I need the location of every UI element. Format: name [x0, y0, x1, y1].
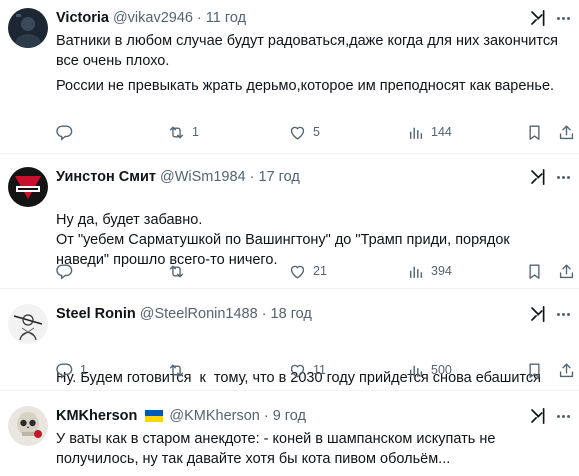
bookmark-button[interactable]: [525, 122, 544, 142]
bookmark-icon: [525, 123, 544, 142]
bookmark-icon: [525, 361, 544, 380]
timestamp[interactable]: 17 год: [258, 169, 299, 185]
action-bar: 21 394: [50, 261, 579, 281]
bookmark-icon: [525, 262, 544, 281]
views-icon: [406, 361, 425, 380]
tweet-paragraph: У ваты как в старом анекдоте: - коней в …: [56, 431, 496, 467]
tweet-2[interactable]: Уинстон Смит @WiSm1984 · 17 год Ну да, б…: [0, 159, 579, 289]
tweet-1[interactable]: Victoria @vikav2946 · 11 год Ватники в л…: [0, 0, 579, 154]
share-button[interactable]: [557, 261, 576, 281]
like-count: 21: [313, 264, 327, 278]
repost-icon: [167, 123, 186, 142]
share-button[interactable]: [557, 360, 576, 380]
views-count: 144: [431, 125, 452, 139]
reply-icon: [55, 361, 74, 380]
separator-dot: ·: [249, 169, 255, 185]
like-button[interactable]: 11: [288, 360, 326, 380]
like-button[interactable]: 5: [288, 122, 320, 142]
like-count: 11: [313, 363, 326, 377]
reply-button[interactable]: 1: [55, 360, 87, 380]
views-button[interactable]: 144: [406, 122, 452, 142]
separator-dot: ·: [196, 10, 202, 26]
separator-dot: ·: [261, 306, 267, 322]
views-count: 500: [431, 363, 452, 377]
grok-icon[interactable]: [529, 407, 547, 425]
views-button[interactable]: 394: [406, 261, 452, 281]
share-icon: [557, 262, 576, 281]
tweet-header: Steel Ronin @SteelRonin1488 · 18 год: [56, 304, 519, 324]
author-handle[interactable]: @WiSm1984: [160, 169, 246, 185]
tweet-paragraph: России не превыкать жрать дерьмо,которое…: [56, 78, 555, 94]
bookmark-button[interactable]: [525, 261, 544, 281]
reply-count: 1: [80, 363, 87, 377]
tweet-header: Victoria @vikav2946 · 11 год: [56, 8, 519, 28]
repost-button[interactable]: [167, 261, 192, 281]
avatar[interactable]: [8, 406, 48, 446]
tweet-paragraph: Ватники в любом случае будут радоваться,…: [56, 33, 558, 69]
reply-button[interactable]: [55, 122, 80, 142]
repost-button[interactable]: [167, 360, 192, 380]
more-icon[interactable]: [553, 9, 573, 27]
reply-button[interactable]: [55, 261, 80, 281]
bookmark-button[interactable]: [525, 360, 544, 380]
author-name[interactable]: Victoria: [56, 10, 109, 26]
grok-icon[interactable]: [529, 305, 547, 323]
reply-icon: [55, 123, 74, 142]
repost-count: 1: [192, 125, 199, 139]
avatar[interactable]: [8, 167, 48, 207]
separator-dot: ·: [263, 408, 269, 424]
tweet-header: Уинстон Смит @WiSm1984 · 17 год: [56, 167, 519, 187]
more-icon[interactable]: [553, 168, 573, 186]
like-count: 5: [313, 125, 320, 139]
views-icon: [406, 262, 425, 281]
author-handle[interactable]: @KMKherson: [169, 408, 259, 424]
repost-icon: [167, 361, 186, 380]
tweet-3[interactable]: Steel Ronin @SteelRonin1488 · 18 год Ну.…: [0, 296, 579, 391]
tweet-4[interactable]: KMKherson @KMKherson · 9 год У ваты как …: [0, 398, 579, 476]
tweet-text: У ваты как в старом анекдоте: - коней в …: [56, 429, 559, 469]
author-name[interactable]: Steel Ronin: [56, 306, 136, 322]
like-icon: [288, 262, 307, 281]
like-button[interactable]: 21: [288, 261, 327, 281]
share-icon: [557, 123, 576, 142]
views-icon: [406, 123, 425, 142]
grok-icon[interactable]: [529, 9, 547, 27]
timestamp[interactable]: 18 год: [271, 306, 312, 322]
more-icon[interactable]: [553, 407, 573, 425]
tweet-text: Ватники в любом случае будут радоваться,…: [56, 31, 559, 96]
repost-button[interactable]: 1: [167, 122, 199, 142]
grok-icon[interactable]: [529, 168, 547, 186]
tweet-header: KMKherson @KMKherson · 9 год: [56, 406, 519, 426]
author-handle[interactable]: @SteelRonin1488: [140, 306, 258, 322]
share-button[interactable]: [557, 122, 576, 142]
avatar[interactable]: [8, 8, 48, 48]
like-icon: [288, 123, 307, 142]
timestamp[interactable]: 9 год: [273, 408, 306, 424]
action-bar: 1 5 144: [50, 122, 579, 142]
action-bar: 1 11 500: [50, 360, 579, 380]
avatar[interactable]: [8, 304, 48, 344]
views-button[interactable]: 500: [406, 360, 452, 380]
ukraine-flag-icon: [145, 410, 164, 422]
share-icon: [557, 361, 576, 380]
timestamp[interactable]: 11 год: [206, 10, 246, 26]
reply-icon: [55, 262, 74, 281]
author-handle[interactable]: @vikav2946: [113, 10, 193, 26]
more-icon[interactable]: [553, 305, 573, 323]
views-count: 394: [431, 264, 452, 278]
repost-icon: [167, 262, 186, 281]
like-icon: [288, 361, 307, 380]
author-name[interactable]: KMKherson: [56, 408, 137, 424]
author-name[interactable]: Уинстон Смит: [56, 169, 156, 185]
